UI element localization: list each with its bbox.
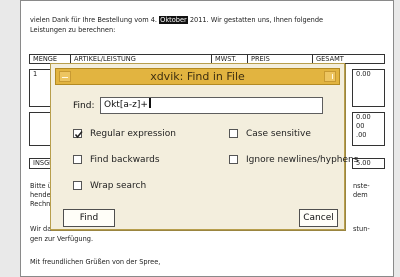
para1-right: nste- dem bbox=[353, 182, 370, 200]
wrap-search-label: Wrap search bbox=[90, 181, 147, 191]
checkbox-checked-icon bbox=[73, 129, 83, 139]
search-highlight: Oktober bbox=[159, 16, 188, 24]
find-dialog: xdvik: Find in File Find: Okt[a-z]+ Regu… bbox=[50, 63, 358, 230]
ignore-newlines-label: Ignore newlines/hyphens bbox=[246, 155, 359, 165]
find-button[interactable]: Find bbox=[63, 209, 115, 227]
maximize-icon[interactable] bbox=[324, 71, 336, 82]
para2-left: Wir da bbox=[30, 225, 52, 233]
para1-left: Bitte ü hende Rechn bbox=[30, 182, 52, 209]
para1-right-line2: dem bbox=[353, 191, 368, 199]
intro-text: vielen Dank für Ihre Bestellung vom 4. O… bbox=[30, 15, 385, 35]
para1-left-line2: hende bbox=[30, 191, 51, 199]
checkbox-empty-icon bbox=[73, 181, 82, 190]
para2-line2: gen zur Verfügung. bbox=[30, 235, 94, 243]
intro-line1-start: vielen Dank für Ihre Bestellung vom 4. bbox=[30, 16, 158, 24]
find-label: Find: bbox=[73, 101, 95, 111]
row1-total: 0.00 bbox=[352, 69, 385, 107]
regex-label: Regular expression bbox=[90, 129, 176, 139]
dialog-title: xdvik: Find in File bbox=[150, 70, 245, 83]
para1-right-line1: nste- bbox=[353, 182, 370, 190]
checkbox-empty-icon bbox=[229, 129, 238, 138]
intro-line1-end: 2011. Wir gestatten uns, Ihnen folgende bbox=[189, 16, 324, 24]
para1-left-line1: Bitte ü bbox=[30, 182, 52, 190]
para2-right: stun- bbox=[353, 225, 370, 233]
subtotal-line-2: 00 bbox=[356, 122, 365, 130]
dialog-titlebar[interactable]: xdvik: Find in File bbox=[55, 68, 340, 85]
intro-line2: Leistungen zu berechnen: bbox=[30, 26, 116, 34]
para1-left-line3: Rechn bbox=[30, 200, 51, 208]
checkbox-empty-icon bbox=[73, 155, 82, 164]
text-cursor bbox=[148, 98, 151, 108]
case-sensitive-label: Case sensitive bbox=[246, 129, 311, 139]
find-backwards-label: Find backwards bbox=[90, 155, 160, 165]
subtotal-line-3: .00 bbox=[356, 131, 367, 139]
subtotal-line-1: 0.00 bbox=[356, 113, 371, 121]
find-input-text: Okt[a-z]+ bbox=[104, 100, 148, 110]
cancel-button[interactable]: Cancel bbox=[299, 209, 338, 227]
checkbox-empty-icon bbox=[229, 155, 238, 164]
closing-text: Mit freundlichen Grüßen von der Spree, bbox=[30, 258, 161, 266]
find-input[interactable]: Okt[a-z]+ bbox=[100, 97, 323, 114]
subtotal-right: 0.00 00 .00 bbox=[352, 112, 385, 146]
